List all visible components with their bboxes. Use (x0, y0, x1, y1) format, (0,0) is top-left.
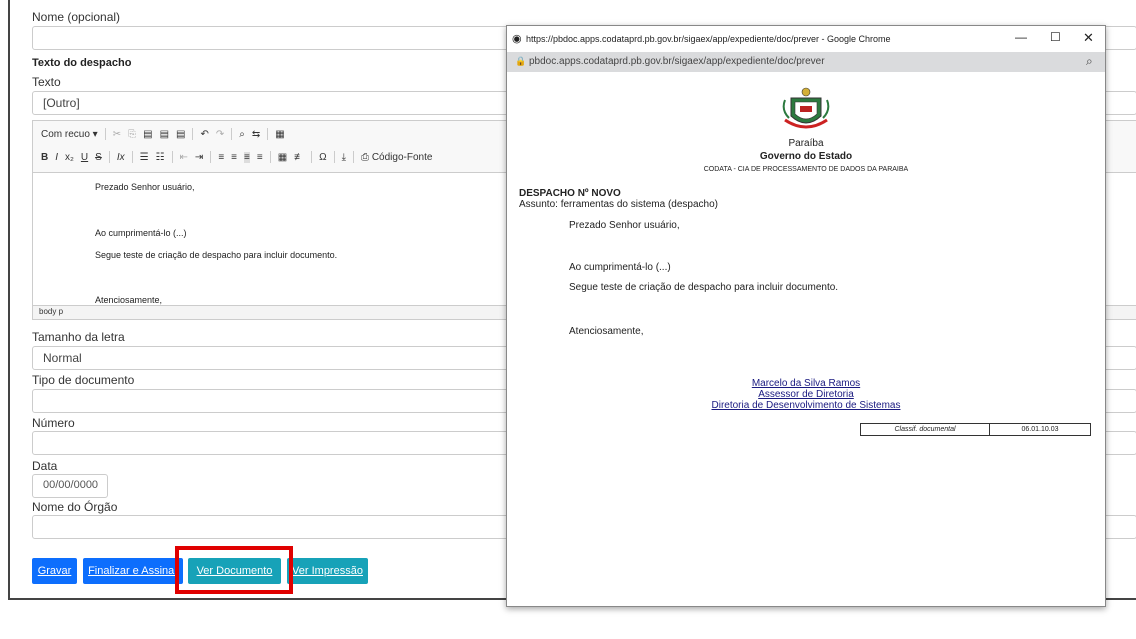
highlight-box (175, 546, 293, 594)
orgao-label: Nome do Órgão (32, 500, 118, 514)
doc-line: Ao cumprimentá-lo (...) (569, 262, 671, 273)
doc-line: Segue teste de criação de despacho para … (569, 282, 839, 293)
align-center-icon[interactable]: ≡ (231, 152, 237, 163)
align-justify-icon[interactable]: ≡ (257, 152, 263, 163)
chrome-icon: ◉ (512, 33, 522, 45)
bullet-list-icon[interactable]: ☷ (156, 152, 165, 163)
subscript-icon[interactable]: x₂ (65, 152, 74, 163)
copy-icon[interactable]: ⎘ (128, 129, 136, 140)
numbered-list-icon[interactable]: ☰ (140, 152, 149, 163)
paste-word-icon[interactable]: ▤ (176, 129, 185, 140)
italic-icon[interactable]: I (55, 152, 58, 163)
paste-text-icon[interactable]: ▤ (160, 129, 169, 140)
page-break-icon[interactable]: ⤓ (342, 152, 346, 163)
zoom-icon[interactable]: ⌕ (1086, 54, 1093, 69)
doc-heading: DESPACHO Nº NOVO (519, 188, 621, 199)
numero-label: Número (32, 416, 75, 430)
find-icon[interactable]: ⌕ (239, 129, 245, 140)
gravar-button[interactable]: Gravar (32, 558, 77, 584)
source-code-button[interactable]: ⎙ Código-Fonte (361, 152, 432, 163)
nome-label: Nome (opcional) (32, 10, 121, 24)
style-select[interactable]: Com recuo ▾ (41, 129, 98, 140)
window-title: https://pbdoc.apps.codataprd.pb.gov.br/s… (526, 34, 891, 44)
undo-icon[interactable]: ↶ (200, 129, 208, 140)
coat-of-arms-icon (782, 87, 830, 129)
state-name: Paraíba (788, 138, 824, 149)
data-input[interactable]: 00/00/0000 (32, 474, 108, 498)
agency-name: CODATA - CIA DE PROCESSAMENTO DE DADOS D… (703, 166, 909, 173)
indent-icon[interactable]: ⇥ (195, 152, 203, 163)
redo-icon[interactable]: ↷ (216, 129, 224, 140)
government-name: Governo do Estado (759, 151, 853, 162)
bold-icon[interactable]: B (41, 152, 48, 163)
replace-icon[interactable]: ⇆ (252, 129, 260, 140)
doc-line: Prezado Senhor usuário, (569, 220, 680, 231)
doc-subject: Assunto: ferramentas do sistema (despach… (519, 199, 718, 210)
special-char-icon[interactable]: Ω (319, 152, 326, 163)
lock-icon: 🔒 (515, 56, 527, 66)
signer-role: Assessor de Diretoria (758, 389, 854, 400)
outdent-icon[interactable]: ⇤ (180, 152, 188, 163)
window-title-bar: ◉ https://pbdoc.apps.codataprd.pb.gov.br… (507, 26, 1105, 52)
table-icon[interactable]: ▦ (278, 152, 287, 163)
underline-icon[interactable]: U (81, 152, 88, 163)
classification-table: Classif. documental 06.01.10.03 (860, 423, 1091, 436)
paste-icon[interactable]: ▤ (143, 129, 152, 140)
document-preview: Paraíba Governo do Estado CODATA - CIA D… (507, 72, 1105, 606)
editor-line: Atenciosamente, (95, 295, 163, 305)
line-height-icon[interactable]: ≢ (294, 152, 304, 163)
editor-line: Segue teste de criação de despacho para … (95, 250, 338, 260)
remove-format-icon[interactable]: Ix (117, 152, 125, 163)
finalizar-assinar-button[interactable]: Finalizar e Assinar (83, 558, 183, 584)
select-all-icon[interactable]: ▦ (275, 129, 284, 140)
cut-icon[interactable]: ✂ (113, 129, 121, 140)
url-text: pbdoc.apps.codataprd.pb.gov.br/sigaex/ap… (529, 56, 825, 67)
texto-despacho-title: Texto do despacho (32, 57, 132, 69)
classif-label: Classif. documental (861, 424, 990, 435)
data-label: Data (32, 459, 58, 473)
address-bar[interactable]: 🔒 pbdoc.apps.codataprd.pb.gov.br/sigaex/… (507, 52, 1105, 72)
signer-dept: Diretoria de Desenvolvimento de Sistemas (711, 400, 901, 411)
close-icon[interactable]: ✕ (1083, 30, 1094, 46)
align-right-icon[interactable]: ≡ (244, 151, 250, 163)
maximize-icon[interactable]: ☐ (1050, 30, 1061, 44)
texto-label: Texto (32, 75, 61, 89)
tipo-label: Tipo de documento (32, 373, 135, 387)
strike-icon[interactable]: S (95, 152, 102, 163)
editor-line: Ao cumprimentá-lo (...) (95, 228, 187, 238)
editor-line: Prezado Senhor usuário, (95, 182, 195, 192)
signer-name: Marcelo da Silva Ramos (751, 378, 861, 389)
align-left-icon[interactable]: ≡ (218, 152, 224, 163)
doc-line: Atenciosamente, (569, 326, 644, 337)
minimize-icon[interactable]: — (1015, 30, 1027, 44)
tamanho-label: Tamanho da letra (32, 330, 125, 344)
preview-window: ◉ https://pbdoc.apps.codataprd.pb.gov.br… (506, 25, 1106, 607)
classif-value: 06.01.10.03 (1021, 426, 1059, 433)
ver-impressao-button[interactable]: Ver Impressão (287, 558, 368, 584)
